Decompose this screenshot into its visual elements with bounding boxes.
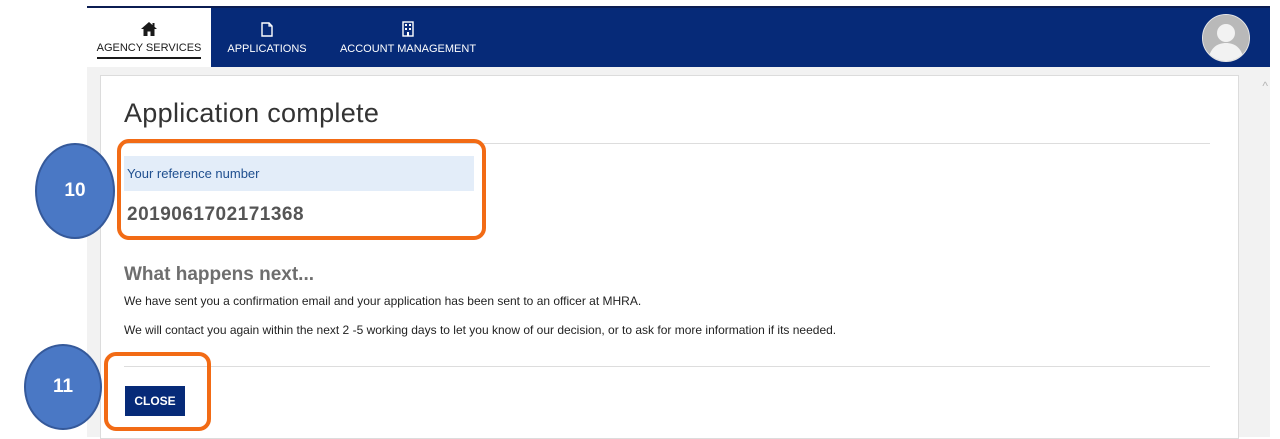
home-icon [141,18,157,36]
step-badge-11: 11 [24,344,102,430]
tab-label: APPLICATIONS [227,43,307,55]
tab-label: AGENCY SERVICES [96,42,202,59]
page-content-area: Application complete Your reference numb… [87,67,1270,439]
tab-agency-services[interactable]: AGENCY SERVICES [87,8,211,69]
top-navigation-bar: AGENCY SERVICES APPLICATIONS ACCOUNT MAN… [87,6,1270,69]
close-button-highlight-box [104,352,211,431]
tab-label: ACCOUNT MANAGEMENT [339,43,477,55]
user-avatar-icon[interactable] [1202,14,1250,62]
what-happens-next-heading: What happens next... [124,264,315,285]
step-badge-10: 10 [35,143,115,239]
tab-account-management[interactable]: ACCOUNT MANAGEMENT [327,8,489,69]
footer-divider [124,366,1210,367]
confirmation-paragraph: We have sent you a confirmation email an… [124,294,642,308]
application-complete-card: Application complete Your reference numb… [100,75,1239,439]
page-title: Application complete [124,98,380,128]
tab-applications[interactable]: APPLICATIONS [219,8,315,69]
scroll-up-icon[interactable]: ^ [1262,79,1268,93]
reference-highlight-box [117,139,486,240]
building-icon [402,19,414,37]
document-icon [261,19,273,37]
contact-paragraph: We will contact you again within the nex… [124,323,837,337]
